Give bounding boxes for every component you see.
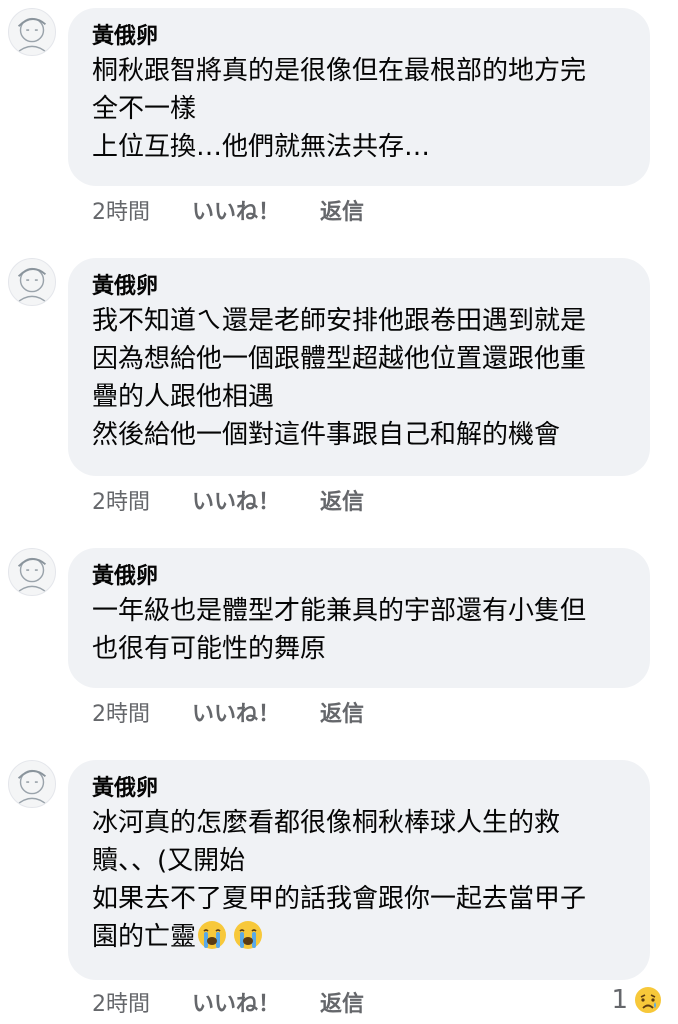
loudly-crying-face-icon bbox=[234, 921, 263, 949]
comment-actions: 2時間 いいね！ 返信 bbox=[92, 198, 364, 228]
comment-text-line: 因為想給他一個跟體型超越他位置還跟他重 bbox=[92, 344, 587, 374]
like-button[interactable]: いいね！ bbox=[192, 198, 320, 228]
comment-bubble: 黃俄卵 桐秋跟智將真的是很像但在最根部的地方完 全不一樣 上位互換…他們就無法共… bbox=[68, 8, 650, 186]
avatar[interactable] bbox=[8, 760, 56, 808]
like-button[interactable]: いいね！ bbox=[192, 700, 320, 730]
comment-actions: 2時間 いいね！ 返信 bbox=[92, 990, 364, 1020]
reaction-summary[interactable]: 1 bbox=[611, 984, 664, 1016]
comment-text-line: 贖、、(又開始 bbox=[92, 846, 246, 876]
comment-bubble: 黃俄卵 冰河真的怎麼看都很像桐秋棒球人生的救 贖、、(又開始 如果去不了夏甲的話… bbox=[68, 760, 650, 980]
avatar-sketch-icon bbox=[16, 17, 48, 54]
comment-text-fragment: 園的亡靈 bbox=[92, 922, 197, 952]
comment-text-line: 全不一樣 bbox=[92, 94, 197, 124]
comment-timestamp[interactable]: 2時間 bbox=[92, 700, 192, 730]
comment-text: 我不知道ㄟ還是老師安排他跟卷田遇到就是 因為想給他一個跟體型超越他位置還跟他重 … bbox=[92, 302, 626, 454]
reaction-count: 1 bbox=[611, 985, 628, 1015]
avatar-sketch-icon bbox=[16, 769, 48, 806]
comment-author[interactable]: 黃俄卵 bbox=[92, 562, 626, 592]
reply-button[interactable]: 返信 bbox=[320, 488, 364, 518]
comment-timestamp[interactable]: 2時間 bbox=[92, 198, 192, 228]
comment-author[interactable]: 黃俄卵 bbox=[92, 272, 626, 302]
comment-text-line: 然後給他一個對這件事跟自己和解的機會 bbox=[92, 420, 561, 450]
reply-button[interactable]: 返信 bbox=[320, 990, 364, 1020]
comment-bubble: 黃俄卵 我不知道ㄟ還是老師安排他跟卷田遇到就是 因為想給他一個跟體型超越他位置還… bbox=[68, 258, 650, 476]
comment-text: 冰河真的怎麼看都很像桐秋棒球人生的救 贖、、(又開始 如果去不了夏甲的話我會跟你… bbox=[92, 804, 626, 956]
like-button[interactable]: いいね！ bbox=[192, 990, 320, 1020]
comment-text-line: 上位互換…他們就無法共存… bbox=[92, 132, 431, 162]
reply-button[interactable]: 返信 bbox=[320, 198, 364, 228]
comment-text-line: 一年級也是體型才能兼具的宇部還有小隻但 bbox=[92, 596, 587, 626]
avatar-sketch-icon bbox=[16, 267, 48, 304]
like-button[interactable]: いいね！ bbox=[192, 488, 320, 518]
comment-text-line: 我不知道ㄟ還是老師安排他跟卷田遇到就是 bbox=[92, 306, 587, 336]
avatar[interactable] bbox=[8, 8, 56, 56]
loudly-crying-face-icon bbox=[198, 921, 227, 949]
comment-text-line: 也很有可能性的舞原 bbox=[92, 634, 327, 664]
comment-text: 桐秋跟智將真的是很像但在最根部的地方完 全不一樣 上位互換…他們就無法共存… bbox=[92, 52, 626, 166]
avatar[interactable] bbox=[8, 258, 56, 306]
sad-reaction-icon bbox=[633, 985, 663, 1015]
comment-text-line: 桐秋跟智將真的是很像但在最根部的地方完 bbox=[92, 56, 587, 86]
comment-text-line: 如果去不了夏甲的話我會跟你一起去當甲子 bbox=[92, 884, 587, 914]
comment-author[interactable]: 黃俄卵 bbox=[92, 22, 626, 52]
comment-timestamp[interactable]: 2時間 bbox=[92, 488, 192, 518]
avatar-sketch-icon bbox=[16, 557, 48, 594]
comment-bubble: 黃俄卵 一年級也是體型才能兼具的宇部還有小隻但 也很有可能性的舞原 bbox=[68, 548, 650, 688]
reply-button[interactable]: 返信 bbox=[320, 700, 364, 730]
comment-author[interactable]: 黃俄卵 bbox=[92, 774, 626, 804]
avatar[interactable] bbox=[8, 548, 56, 596]
comment-actions: 2時間 いいね！ 返信 bbox=[92, 700, 364, 730]
comment-text: 一年級也是體型才能兼具的宇部還有小隻但 也很有可能性的舞原 bbox=[92, 592, 626, 668]
comment-text-line: 疊的人跟他相遇 bbox=[92, 382, 275, 412]
comment-text-line: 園的亡靈 bbox=[92, 918, 626, 956]
comment-text-line: 冰河真的怎麼看都很像桐秋棒球人生的救 bbox=[92, 808, 561, 838]
comment-timestamp[interactable]: 2時間 bbox=[92, 990, 192, 1020]
comment-actions: 2時間 いいね！ 返信 bbox=[92, 488, 364, 518]
